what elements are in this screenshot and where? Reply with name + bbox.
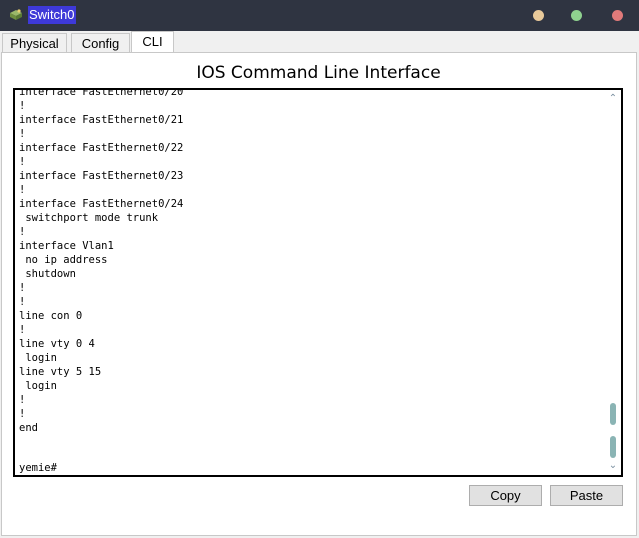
console-terminal[interactable]: interface FastEthernet0/20! interface Fas… <box>13 88 623 477</box>
console-line: ! <box>19 408 26 420</box>
console-line: interface FastEthernet0/23 <box>19 170 184 182</box>
console-line: line vty 5 15 <box>19 366 102 378</box>
paste-button[interactable]: Paste <box>550 485 623 506</box>
console-line: ! <box>19 324 26 336</box>
close-button[interactable] <box>612 10 623 21</box>
scroll-up-icon[interactable]: ⌃ <box>607 93 619 105</box>
console-line: interface FastEthernet0/24 <box>19 198 184 210</box>
window-title: Switch0 <box>28 6 76 24</box>
console-line: switchport mode trunk <box>19 212 159 224</box>
console-line: interface Vlan1 <box>19 240 114 252</box>
tab-physical[interactable]: Physical <box>2 33 67 52</box>
console-line: ! <box>19 156 26 168</box>
console-line: no ip address <box>19 254 108 266</box>
maximize-button[interactable] <box>571 10 582 21</box>
console-line: login <box>19 380 57 392</box>
console-line: interface FastEthernet0/22 <box>19 142 184 154</box>
console-line: ! <box>19 296 26 308</box>
console-line: line vty 0 4 <box>19 338 95 350</box>
switch-app-icon <box>10 9 22 20</box>
console-scrollbar[interactable]: ⌃ ⌄ <box>607 92 619 473</box>
console-line: ! <box>19 226 26 238</box>
console-line: ! <box>19 394 26 406</box>
console-prompt[interactable]: yemie# <box>19 461 57 475</box>
scroll-thumb[interactable] <box>610 403 616 425</box>
title-bar: Switch0 <box>0 0 639 31</box>
scroll-thumb-lower[interactable] <box>610 436 616 458</box>
copy-button[interactable]: Copy <box>469 485 542 506</box>
page-title: IOS Command Line Interface <box>196 63 441 83</box>
scroll-down-icon[interactable]: ⌄ <box>607 460 619 472</box>
console-line: end <box>19 422 38 434</box>
tab-cli[interactable]: CLI <box>131 31 174 53</box>
console-output: interface FastEthernet0/20! interface Fas… <box>19 88 603 435</box>
tab-bar: Physical Config CLI <box>0 31 639 53</box>
console-line: ! <box>19 184 26 196</box>
console-line: interface FastEthernet0/20 <box>19 88 184 98</box>
console-line: shutdown <box>19 268 76 280</box>
console-line: login <box>19 352 57 364</box>
console-line: interface FastEthernet0/21 <box>19 114 184 126</box>
minimize-button[interactable] <box>533 10 544 21</box>
tab-config[interactable]: Config <box>71 33 130 52</box>
console-line: ! <box>19 128 26 140</box>
console-line: ! <box>19 100 26 112</box>
console-line: line con 0 <box>19 310 83 322</box>
console-line: ! <box>19 282 26 294</box>
